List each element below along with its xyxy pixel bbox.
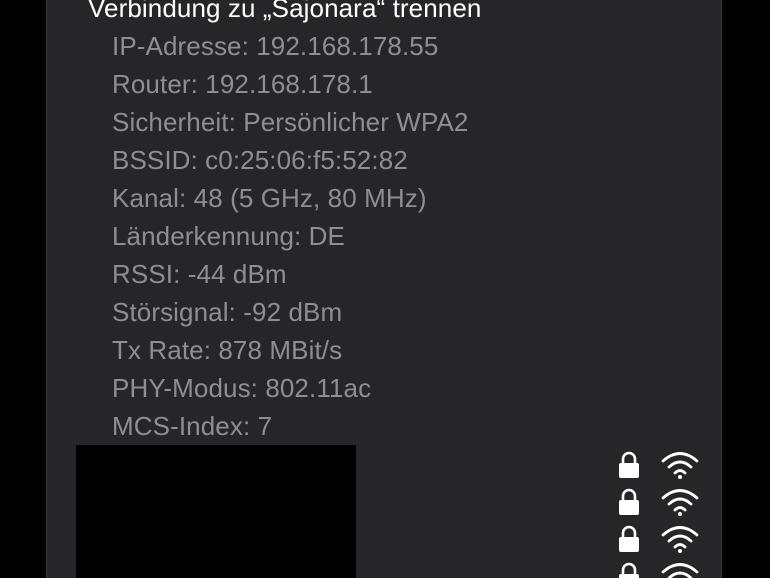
detail-rssi: RSSI: -44 dBm	[112, 259, 287, 289]
network-row[interactable]	[610, 448, 710, 485]
detail-channel: Kanal: 48 (5 GHz, 80 MHz)	[112, 183, 427, 213]
connection-details: IP-Adresse: 192.168.178.55 Router: 192.1…	[112, 29, 468, 447]
network-row[interactable]	[610, 522, 710, 559]
lock-icon	[619, 562, 639, 578]
lock-icon	[619, 451, 639, 478]
network-row[interactable]	[610, 559, 710, 578]
detail-mcs-index: MCS-Index: 7	[112, 411, 273, 441]
lock-icon	[619, 525, 639, 552]
detail-country-code: Länderkennung: DE	[112, 221, 345, 251]
lock-icon	[619, 488, 639, 515]
wifi-icon	[661, 489, 699, 516]
network-list-icons	[610, 448, 710, 578]
detail-bssid: BSSID: c0:25:06:f5:52:82	[112, 145, 408, 175]
detail-tx-rate: Tx Rate: 878 MBit/s	[112, 335, 343, 365]
wifi-icon	[661, 563, 699, 578]
detail-router: Router: 192.168.178.1	[112, 69, 373, 99]
detail-security: Sicherheit: Persönlicher WPA2	[112, 107, 469, 137]
detail-ip-address: IP-Adresse: 192.168.178.55	[112, 31, 439, 61]
detail-phy-mode: PHY-Modus: 802.11ac	[112, 373, 372, 403]
wifi-icon	[661, 452, 699, 479]
network-row[interactable]	[610, 485, 710, 522]
screen: Verbindung zu „Sajonara“ trennen IP-Adre…	[0, 0, 770, 578]
disconnect-menu-item[interactable]: Verbindung zu „Sajonara“ trennen	[88, 0, 481, 24]
redacted-network-names	[76, 445, 356, 578]
wifi-icon	[661, 526, 699, 553]
detail-noise: Störsignal: -92 dBm	[112, 297, 343, 327]
